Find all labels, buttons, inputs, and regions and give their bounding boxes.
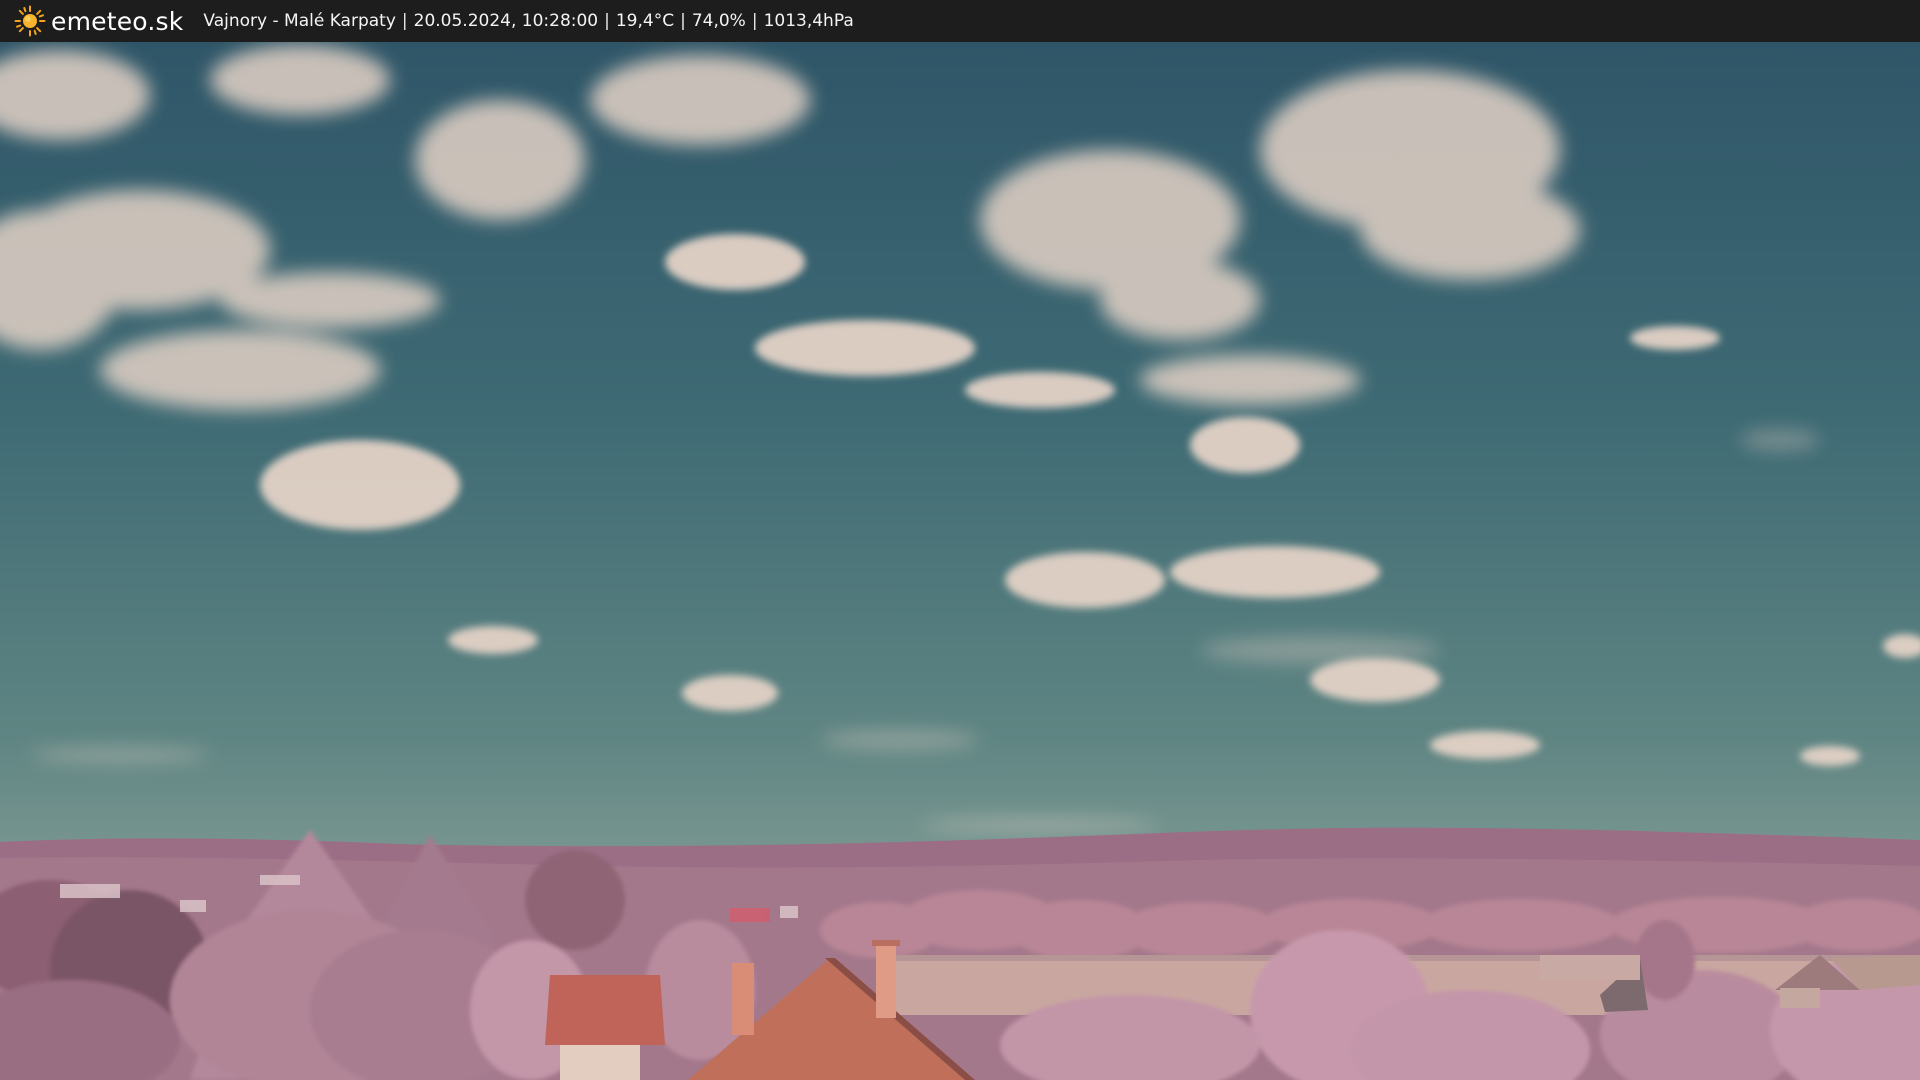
webcam-page: emeteo.sk Vajnory - Malé Karpaty | 20.05.2…: [0, 0, 1920, 1080]
pressure-text: 1013,4hPa: [763, 11, 854, 31]
humidity-text: 74,0%: [691, 11, 746, 31]
sun-icon: [14, 5, 46, 37]
emeteo-logo[interactable]: emeteo.sk: [14, 5, 183, 37]
temperature-text: 19,4°C: [615, 11, 675, 31]
datetime-text: 20.05.2024, 10:28:00: [413, 11, 599, 31]
webcam-scene: [0, 42, 1920, 1080]
brand-name: emeteo.sk: [51, 6, 184, 36]
separator: |: [604, 11, 610, 31]
separator: |: [401, 11, 408, 31]
webcam-caption: Vajnory - Malé Karpaty | 20.05.2024, 10:28…: [203, 11, 853, 31]
webcam-image: [0, 42, 1920, 1080]
separator: |: [680, 11, 686, 31]
info-bar: emeteo.sk Vajnory - Malé Karpaty | 20.05.2…: [0, 0, 1920, 42]
separator: |: [751, 11, 758, 31]
location-text: Vajnory - Malé Karpaty: [203, 11, 396, 31]
